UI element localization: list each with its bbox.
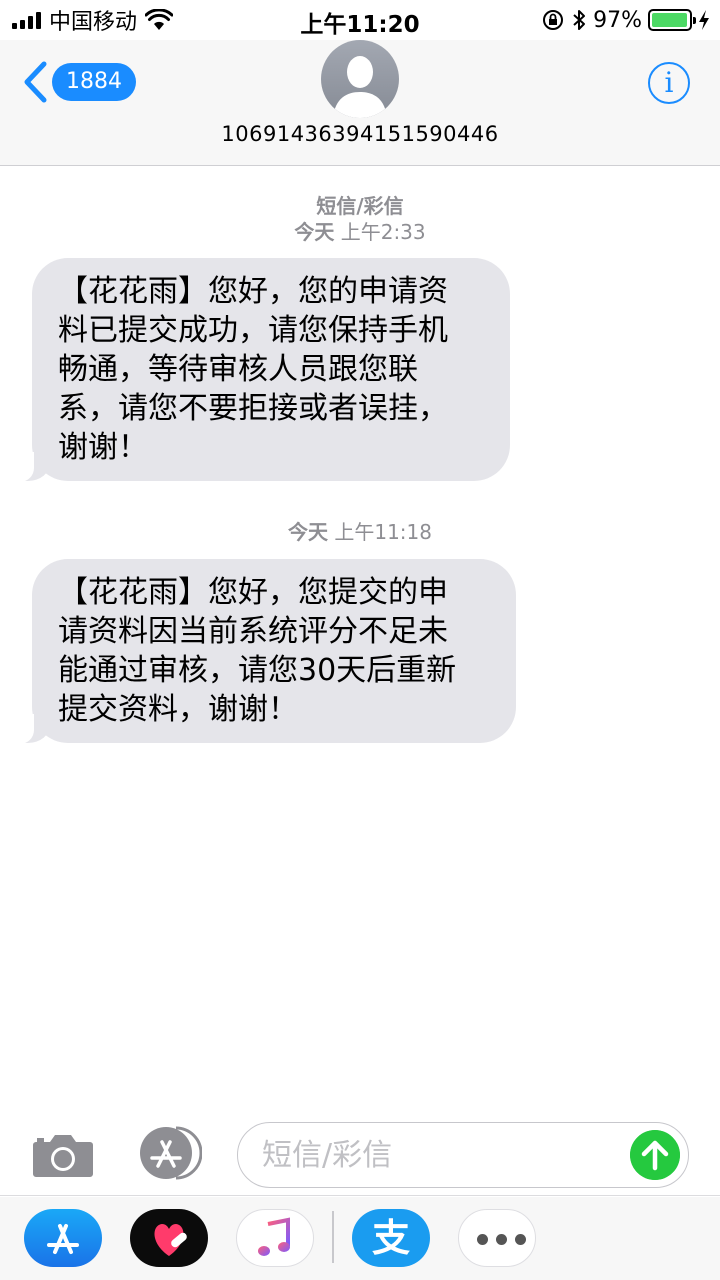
conversation-header: 1884 10691436394151590446 i — [0, 40, 720, 166]
music-icon[interactable] — [236, 1209, 314, 1267]
unread-count-badge[interactable]: 1884 — [52, 63, 136, 101]
back-button[interactable]: 1884 — [22, 60, 136, 104]
message-bubble[interactable]: 【花花雨】您好，您提交的申 请资料因当前系统评分不足未 能通过审核，请您30天后… — [10, 559, 516, 744]
bluetooth-icon — [573, 10, 586, 30]
status-bar: 中国移动 上午11:20 97% — [0, 0, 720, 40]
orientation-lock-icon — [543, 10, 564, 30]
message-line: 能通过审核，请您30天后重新 — [58, 653, 457, 688]
message-line: 【花花雨】您好，您的申请资 — [58, 274, 448, 309]
composer-bar — [0, 1110, 720, 1196]
message-bubble[interactable]: 【花花雨】您好，您的申请资 料已提交成功，请您保持手机 畅通，等待审核人员跟您联… — [10, 258, 510, 482]
message-line: 系，请您不要拒接或者误挂， — [58, 391, 448, 426]
person-silhouette-icon — [333, 56, 387, 118]
message-timestamp: 今天 上午11:18 — [288, 520, 432, 544]
heart-icon — [154, 1224, 187, 1256]
status-right: 97% — [541, 6, 710, 34]
music-note-icon — [258, 1217, 290, 1256]
battery-icon — [648, 9, 696, 31]
service-label: 短信/彩信 — [316, 194, 404, 218]
message-timestamp: 今天 上午2:33 — [294, 220, 426, 244]
contact-number[interactable]: 10691436394151590446 — [0, 122, 720, 146]
chevron-left-icon — [24, 61, 47, 103]
message-input[interactable] — [262, 1133, 632, 1177]
avatar[interactable] — [321, 40, 399, 118]
message-line: 请资料因当前系统评分不足未 — [58, 614, 448, 649]
battery-percent: 97% — [593, 7, 642, 33]
drawer-divider — [332, 1211, 334, 1263]
more-dots — [477, 1234, 526, 1245]
message-line: 谢谢！ — [58, 430, 148, 465]
camera-icon[interactable] — [32, 1132, 94, 1178]
message-line: 提交资料，谢谢！ — [58, 692, 298, 727]
more-icon[interactable] — [458, 1209, 536, 1267]
alipay-icon[interactable]: 支 — [352, 1209, 430, 1267]
app-store-button-icon[interactable] — [136, 1126, 202, 1180]
message-line: 畅通，等待审核人员跟您联 — [58, 352, 418, 387]
app-drawer: 支 — [0, 1197, 720, 1280]
info-button[interactable]: i — [648, 62, 690, 104]
send-button[interactable] — [630, 1130, 680, 1180]
battery-fill — [652, 13, 687, 27]
app-store-glyph-icon — [47, 1224, 79, 1254]
message-input-container[interactable] — [237, 1122, 689, 1188]
message-line: 料已提交成功，请您保持手机 — [58, 313, 448, 348]
app-store-icon[interactable] — [24, 1209, 102, 1267]
charging-bolt-icon — [699, 10, 709, 30]
message-line: 【花花雨】您好，您提交的申 — [58, 575, 448, 610]
digital-touch-heart-icon[interactable] — [130, 1209, 208, 1267]
